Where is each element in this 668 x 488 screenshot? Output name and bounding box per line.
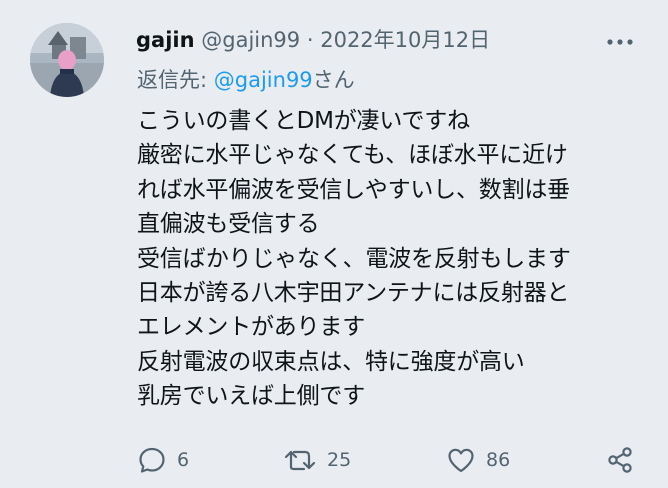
retweet-count: 25 bbox=[327, 449, 352, 471]
tweet-text-line: エレメントがあります bbox=[137, 314, 366, 341]
share-button[interactable] bbox=[605, 440, 635, 480]
tweet-text-line: 日本が誇る八木宇田アンテナには反射器と bbox=[137, 279, 570, 306]
reply-handle-link[interactable]: @gajin99 bbox=[214, 68, 313, 92]
tweet-header: gajin @gajin99 · 2022年10月12日 bbox=[136, 25, 490, 55]
reply-suffix: さん bbox=[312, 68, 355, 92]
separator: · bbox=[306, 28, 314, 52]
tweet-text-line: 直偏波も受信する bbox=[137, 211, 320, 238]
more-icon[interactable] bbox=[605, 32, 635, 52]
reply-context: 返信先: @gajin99さん bbox=[137, 65, 355, 95]
like-count: 86 bbox=[486, 449, 511, 471]
tweet-text-line: 反射電波の収束点は、特に強度が高い bbox=[137, 348, 525, 375]
tweet-text-line: 受信ばかりじゃなく、電波を反射もします bbox=[137, 245, 571, 272]
retweet-icon bbox=[284, 450, 316, 471]
handle[interactable]: @gajin99 bbox=[201, 28, 300, 52]
like-button[interactable]: 86 bbox=[446, 440, 510, 480]
tweet-text-line: 厳密に水平じゃなくても、ほぼ水平に近け bbox=[137, 142, 568, 169]
tweet-date[interactable]: 2022年10月12日 bbox=[320, 28, 490, 52]
reply-count: 6 bbox=[177, 449, 190, 471]
retweet-button[interactable]: 25 bbox=[283, 440, 351, 480]
avatar[interactable] bbox=[30, 23, 104, 97]
tweet-body: こういの書くとDMが凄いですね 厳密に水平じゃなくても、ほぼ水平に近け れば水平… bbox=[137, 104, 662, 414]
heart-icon bbox=[448, 448, 474, 473]
action-bar: 6 25 86 bbox=[0, 440, 668, 480]
reply-icon bbox=[139, 447, 165, 473]
tweet-text-line: こういの書くとDMが凄いですね bbox=[137, 108, 470, 134]
tweet-text-line: れば水平偏波を受信しやすいし、数割は垂 bbox=[137, 176, 570, 203]
reply-button[interactable]: 6 bbox=[137, 440, 189, 480]
reply-prefix: 返信先: bbox=[137, 68, 214, 92]
tweet-text-line: 乳房でいえば上側です bbox=[137, 383, 366, 410]
display-name[interactable]: gajin bbox=[136, 28, 195, 52]
share-icon bbox=[608, 447, 632, 473]
avatar-image bbox=[30, 23, 104, 97]
